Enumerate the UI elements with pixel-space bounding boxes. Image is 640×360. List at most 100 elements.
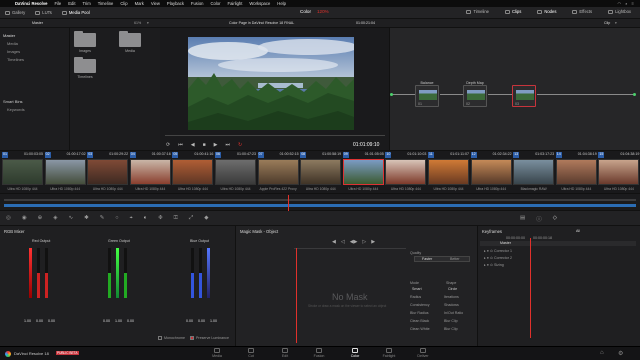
clip-thumbnail[interactable]: 14 01:04:38:19 Ultra HD 1080p 444	[555, 151, 598, 195]
gear-icon[interactable]: ⚙	[618, 350, 623, 357]
lightbox-button[interactable]: Lightbox	[603, 9, 636, 14]
clip-thumbnail[interactable]: 10 01:01:10:03 Ultra HD 1080p 444	[384, 151, 427, 195]
param-inout-ratio[interactable]: In/Out Ratio	[444, 311, 463, 315]
step-fwd-icon[interactable]: ▷	[362, 239, 366, 245]
home-icon[interactable]: ⌂	[600, 350, 604, 356]
quality-faster[interactable]: Faster	[422, 257, 432, 261]
stop-icon[interactable]: ■	[203, 142, 206, 148]
green-blue-value[interactable]: 0.00	[127, 319, 134, 323]
track-fwd-icon[interactable]: ▶	[371, 239, 375, 245]
clip-thumbnail[interactable]: 13 01:03:17:23 Blackmagic RAW	[512, 151, 555, 195]
menu-mark[interactable]: Mark	[135, 1, 144, 6]
menu-workspace[interactable]: Workspace	[249, 1, 270, 6]
red-red-slider[interactable]	[29, 248, 32, 298]
clip-thumbnail[interactable]: 05 01:00:41:16 Ultra HD 1080p 444	[171, 151, 214, 195]
param-shadows[interactable]: Shadows	[444, 303, 459, 307]
info-icon[interactable]: ⓘ	[536, 215, 542, 223]
chevron-down-icon[interactable]: ▾	[147, 21, 149, 25]
keyframe-row-master[interactable]: Master	[480, 241, 636, 246]
bin-media[interactable]: Media	[3, 39, 66, 47]
chevron-down-icon[interactable]: ▾	[615, 21, 617, 25]
menu-clip[interactable]: Clip	[120, 1, 127, 6]
keyframe-row-sizing[interactable]: ▸ ● ⊙ Sizing	[484, 263, 504, 267]
reverse-icon[interactable]: ◀	[191, 142, 195, 148]
timeline-button[interactable]: Timeline	[461, 9, 494, 14]
motion-effects-icon[interactable]: ◈	[53, 215, 57, 222]
track-back-icon[interactable]: ◀	[332, 239, 336, 245]
keyframes-icon[interactable]: ◇	[553, 215, 557, 223]
red-green-slider[interactable]	[37, 248, 40, 298]
clip-thumbnail[interactable]: 09 01:01:05:05 Ultra HD 1080p 444	[342, 151, 385, 195]
node-selected[interactable]: 03	[512, 85, 536, 107]
node-output-icon[interactable]	[633, 93, 636, 96]
mode-select[interactable]: Smart	[412, 287, 422, 291]
monochrome-checkbox[interactable]	[158, 336, 162, 340]
green-green-value[interactable]: 1.00	[115, 319, 122, 323]
page-deliver[interactable]: Deliver	[408, 348, 438, 358]
param-iterations[interactable]: Iterations	[444, 295, 459, 299]
red-green-value[interactable]: 0.00	[36, 319, 43, 323]
param-clean-white[interactable]: Clean White	[410, 327, 430, 331]
curves-icon[interactable]: ∿	[68, 215, 73, 222]
clip-thumbnail[interactable]: 07 01:00:52:15 Apple ProRes 422 Proxy	[257, 151, 300, 195]
hdr-icon[interactable]: ◉	[22, 215, 27, 222]
window-icon[interactable]: ○	[115, 215, 118, 222]
green-red-value[interactable]: 0.00	[103, 319, 110, 323]
menu-color[interactable]: Color	[211, 1, 221, 6]
menu-trim[interactable]: Trim	[82, 1, 90, 6]
node-balance[interactable]: Balance 01	[415, 81, 439, 107]
luts-button[interactable]: LUTs	[30, 10, 57, 15]
menu-view[interactable]: View	[151, 1, 160, 6]
pool-zoom[interactable]: 61%	[134, 21, 141, 25]
clip-thumbnail[interactable]: 12 01:02:34:22 Ultra HD 1080p 444	[470, 151, 513, 195]
magic-mask-icon[interactable]: ◐	[144, 215, 147, 222]
mask-playhead[interactable]	[296, 248, 297, 343]
nodes-button[interactable]: Nodes	[532, 9, 561, 14]
clip-thumbnail[interactable]: 11 01:01:11:07 Ultra HD 1080p 444	[427, 151, 470, 195]
preserve-luminance-checkbox[interactable]	[190, 336, 194, 340]
blue-blue-value[interactable]: 1.00	[210, 319, 217, 323]
node-depth-map[interactable]: Depth Map 02	[463, 81, 487, 107]
folder-icon[interactable]	[119, 31, 141, 47]
mini-timeline[interactable]	[0, 194, 640, 211]
play-icon[interactable]: ▶	[214, 142, 218, 148]
page-fairlight[interactable]: Fairlight	[374, 348, 404, 358]
menu-playback[interactable]: Playback	[167, 1, 184, 6]
effects-button[interactable]: Effects	[567, 9, 597, 14]
keyframe-row-corrector-2[interactable]: ▸ ● ⊙ Corrector 2	[484, 256, 512, 260]
clips-button[interactable]: Clips	[500, 9, 526, 14]
clip-thumbnail[interactable]: 04 01:00:37:16 Ultra HD 1080p 444	[129, 151, 172, 195]
step-back-icon[interactable]: ◁	[341, 239, 345, 245]
param-blur-clip-2[interactable]: Blur Clip	[444, 327, 458, 331]
red-red-value[interactable]: 1.00	[24, 319, 31, 323]
param-consistency[interactable]: Consistency	[410, 303, 430, 307]
jump-end-icon[interactable]: ⏭	[225, 142, 230, 148]
blur-icon[interactable]: ❉	[158, 215, 163, 222]
blue-blue-slider[interactable]	[207, 248, 210, 298]
green-green-slider[interactable]	[116, 248, 119, 298]
search-icon[interactable]: ⌕	[625, 1, 627, 6]
sizing-icon[interactable]: ⤢	[189, 215, 193, 222]
tracker-icon[interactable]: ⌖	[130, 215, 133, 222]
menu-timeline[interactable]: Timeline	[98, 1, 114, 6]
bin-timelines[interactable]: Timelines	[3, 55, 66, 63]
red-blue-value[interactable]: 0.00	[48, 319, 55, 323]
playhead[interactable]	[288, 195, 289, 211]
page-cut[interactable]: Cut	[236, 348, 266, 358]
page-fusion[interactable]: Fusion	[304, 348, 334, 358]
3d-icon[interactable]: ◆	[204, 215, 208, 222]
jump-start-icon[interactable]: ⏮	[178, 142, 183, 148]
bin-master[interactable]: Master	[3, 31, 66, 39]
page-color[interactable]: Color	[340, 348, 370, 358]
smart-bin-keywords[interactable]: Keywords	[3, 105, 66, 113]
app-menu[interactable]: DaVinci Resolve	[15, 1, 48, 6]
clip-thumbnail[interactable]: 08 01:00:58:19 Ultra HD 1080p 444	[299, 151, 342, 195]
clip-thumbnail[interactable]: 06 01:00:47:23 Ultra HD 1080p 444	[214, 151, 257, 195]
media-pool-button[interactable]: Media Pool	[57, 10, 95, 15]
blue-red-slider[interactable]	[191, 248, 194, 298]
loop-icon[interactable]: ⟳	[166, 142, 170, 148]
menu-fairlight[interactable]: Fairlight	[228, 1, 243, 6]
param-radius[interactable]: Radius	[410, 295, 421, 299]
node-mode-label[interactable]: Clip	[604, 21, 610, 25]
node-input-icon[interactable]	[390, 93, 393, 96]
